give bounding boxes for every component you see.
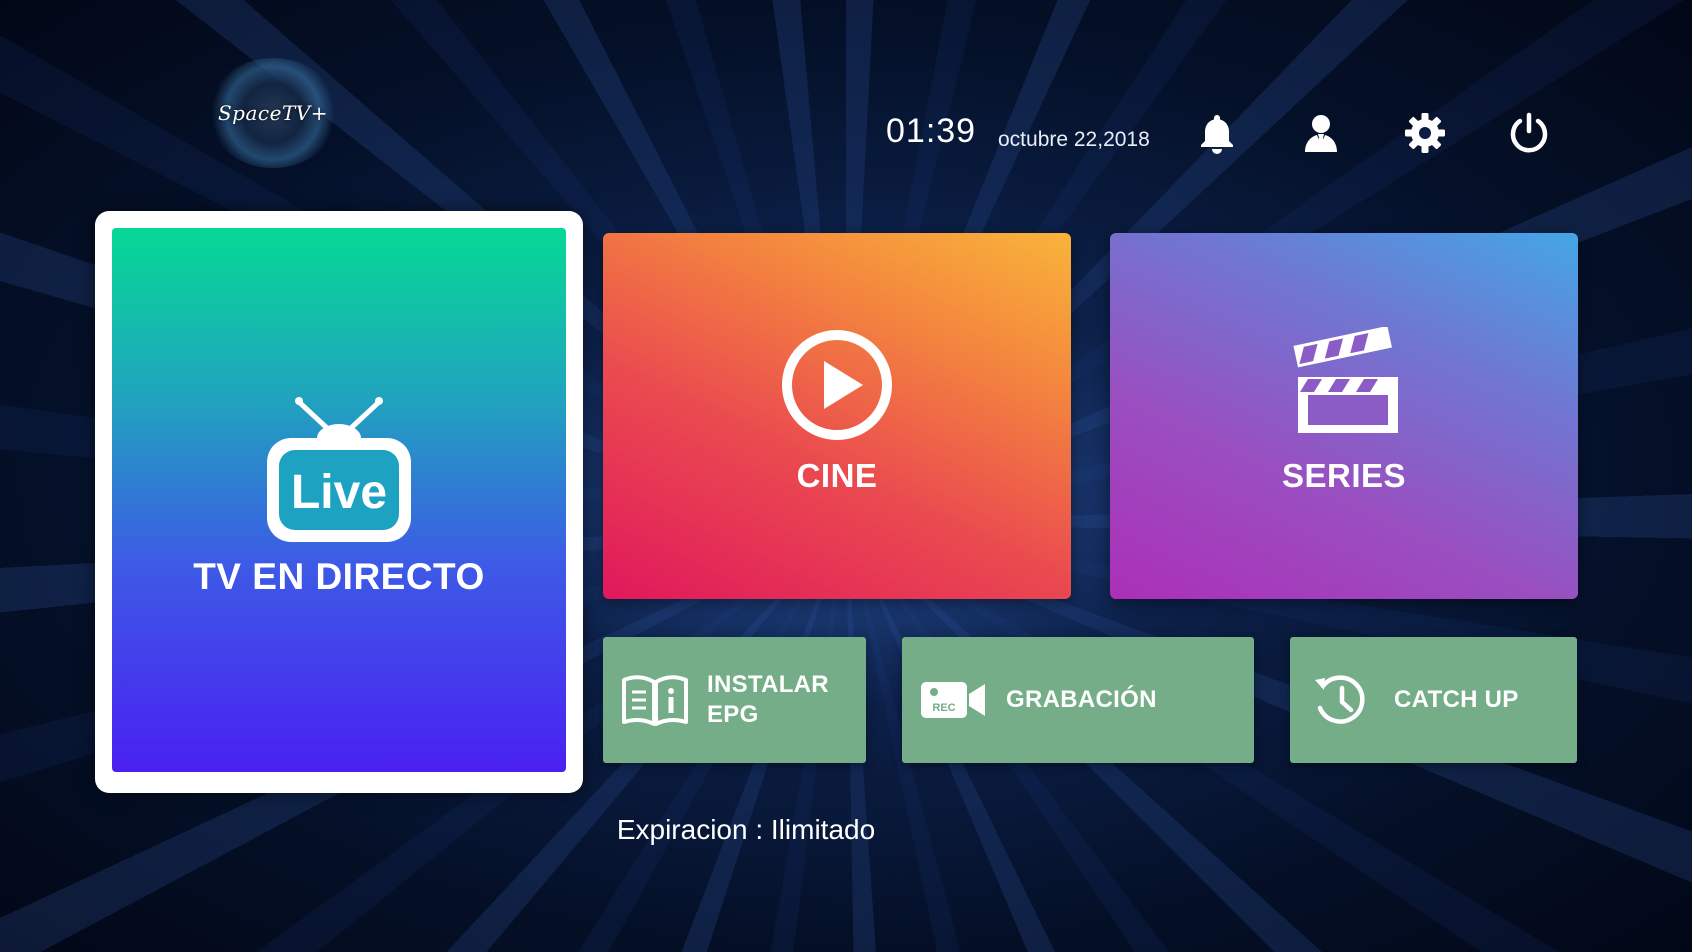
recording-tile[interactable]: REC GRABACIÓN [902,637,1254,763]
expiration-text: Expiracion : Ilimitado [616,814,876,845]
series-tile[interactable]: SERIES [1110,233,1578,599]
gear-icon [1405,113,1445,153]
clapperboard-icon [1293,327,1398,433]
live-badge-text: Live [291,466,387,519]
live-tv-tile-focus-frame: Live TV EN DIRECTO [95,211,583,793]
rec-icon-text: REC [932,702,955,714]
notifications-button[interactable] [1192,108,1242,158]
bell-icon [1201,115,1233,154]
app-logo: SpaceTV+ [208,58,338,168]
live-tv-icon: Live [267,397,411,542]
install-epg-label-line1: INSTALAR [707,671,829,698]
live-tv-label: TV EN DIRECTO [193,556,485,597]
catch-up-tile[interactable]: CATCH UP [1290,637,1577,763]
cine-tile[interactable]: CINE [603,233,1071,599]
play-circle-icon [782,330,892,440]
recording-label: GRABACIÓN [1006,686,1157,713]
settings-button[interactable] [1400,108,1450,158]
install-epg-tile[interactable]: INSTALAR EPG [603,637,866,763]
history-clock-icon [1304,670,1380,730]
catch-up-label: CATCH UP [1394,686,1519,713]
user-icon [1305,115,1337,152]
live-tv-tile[interactable]: Live TV EN DIRECTO [112,228,566,772]
rec-camera-icon: REC [916,670,992,730]
install-epg-label-line2: EPG [707,701,759,728]
power-button[interactable] [1504,108,1554,158]
home-screen: SpaceTV+ 01:39 octubre 22,2018 Live TV E… [0,0,1692,952]
clock: 01:39 [886,112,977,150]
logo-text: SpaceTV+ [217,101,328,125]
book-info-icon [617,670,693,730]
cine-label: CINE [796,457,878,494]
install-epg-label: INSTALAR EPG [707,670,829,730]
account-button[interactable] [1296,108,1346,158]
power-icon [1510,112,1548,153]
date: octubre 22,2018 [998,128,1150,151]
series-label: SERIES [1281,457,1407,494]
